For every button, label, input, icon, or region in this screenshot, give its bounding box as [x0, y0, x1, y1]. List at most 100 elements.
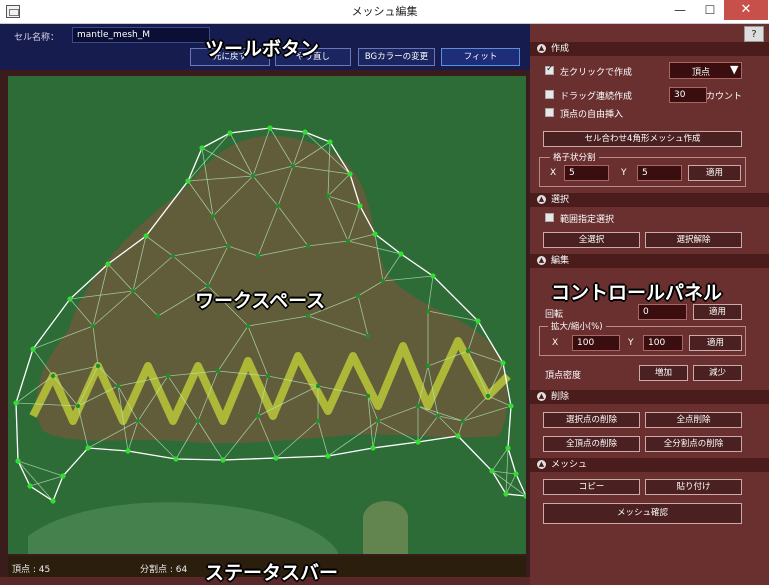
mesh-division-point[interactable]	[50, 373, 56, 379]
mesh-canvas[interactable]	[8, 76, 526, 554]
mesh-division-point[interactable]	[315, 418, 321, 424]
mesh-division-point[interactable]	[255, 253, 261, 259]
fit-button[interactable]: フィット	[441, 48, 520, 66]
mesh-division-point[interactable]	[95, 363, 101, 369]
mesh-vertex[interactable]	[370, 445, 376, 451]
left-click-create-checkbox[interactable]	[545, 64, 554, 75]
mesh-vertex[interactable]	[503, 491, 509, 497]
mesh-vertex[interactable]	[489, 468, 495, 474]
mesh-division-point[interactable]	[155, 313, 161, 319]
mesh-vertex[interactable]	[327, 139, 333, 145]
mesh-division-point[interactable]	[375, 418, 381, 424]
mesh-vertex[interactable]	[67, 296, 73, 302]
count-input[interactable]: 30	[669, 87, 707, 103]
workspace[interactable]	[8, 76, 526, 554]
mesh-division-point[interactable]	[215, 368, 221, 374]
mesh-vertex[interactable]	[60, 473, 66, 479]
mesh-copy-button[interactable]: コピー	[543, 479, 640, 495]
mesh-division-point[interactable]	[115, 383, 121, 389]
mesh-division-point[interactable]	[255, 413, 261, 419]
mesh-vertex[interactable]	[105, 261, 111, 267]
grid-x-input[interactable]: 5	[564, 165, 609, 181]
mesh-division-point[interactable]	[210, 213, 216, 219]
mesh-division-point[interactable]	[325, 193, 331, 199]
range-select-checkbox[interactable]	[545, 213, 554, 222]
grid-apply-button[interactable]: 適用	[688, 165, 741, 181]
mesh-division-point[interactable]	[305, 243, 311, 249]
mesh-division-point[interactable]	[355, 293, 361, 299]
mesh-vertex[interactable]	[500, 360, 506, 366]
cell-name-input[interactable]: mantle_mesh_M	[72, 27, 210, 43]
drag-continuous-checkbox[interactable]	[545, 90, 554, 99]
mesh-vertex[interactable]	[85, 445, 91, 451]
mesh-vertex[interactable]	[50, 498, 56, 504]
mesh-division-point[interactable]	[380, 278, 386, 284]
mesh-confirm-button[interactable]: メッシュ確認	[543, 503, 742, 524]
mesh-division-point[interactable]	[275, 203, 281, 209]
mesh-vertex[interactable]	[227, 130, 233, 136]
mesh-division-point[interactable]	[435, 413, 441, 419]
section-mesh-header[interactable]: ▲ メッシュ	[530, 458, 769, 472]
help-button[interactable]: ?	[744, 26, 764, 42]
minimize-button[interactable]: —	[666, 0, 694, 20]
mesh-vertex[interactable]	[430, 273, 436, 279]
mesh-division-point[interactable]	[345, 238, 351, 244]
mesh-division-point[interactable]	[130, 288, 136, 294]
close-button[interactable]: ✕	[724, 0, 768, 20]
bg-color-button[interactable]: BGカラーの変更	[358, 48, 435, 66]
rotate-input[interactable]: 0	[638, 304, 687, 320]
mesh-division-point[interactable]	[90, 323, 96, 329]
mesh-vertex[interactable]	[15, 458, 21, 464]
mesh-vertex[interactable]	[302, 129, 308, 135]
mesh-vertex[interactable]	[372, 231, 378, 237]
mesh-vertex[interactable]	[505, 445, 511, 451]
mesh-vertex[interactable]	[398, 251, 404, 257]
quad-mesh-button[interactable]: セル合わせ4角形メッシュ作成	[543, 131, 742, 147]
mesh-division-point[interactable]	[225, 243, 231, 249]
mesh-vertex[interactable]	[475, 318, 481, 324]
mesh-vertex[interactable]	[143, 233, 149, 239]
mesh-division-point[interactable]	[315, 383, 321, 389]
mesh-vertex[interactable]	[220, 457, 226, 463]
mesh-division-point[interactable]	[250, 173, 256, 179]
maximize-button[interactable]: ☐	[696, 0, 724, 20]
mesh-vertex[interactable]	[30, 346, 36, 352]
mesh-vertex[interactable]	[185, 178, 191, 184]
section-create-header[interactable]: ▲ 作成	[530, 42, 769, 56]
mesh-vertex[interactable]	[13, 400, 19, 406]
mesh-vertex[interactable]	[273, 455, 279, 461]
mesh-division-point[interactable]	[170, 253, 176, 259]
mesh-vertex[interactable]	[27, 483, 33, 489]
density-decrease-button[interactable]: 減少	[693, 365, 742, 381]
mesh-vertex[interactable]	[513, 471, 519, 477]
scale-apply-button[interactable]: 適用	[689, 335, 742, 351]
mesh-division-point[interactable]	[415, 403, 421, 409]
grid-y-input[interactable]: 5	[637, 165, 682, 181]
mesh-vertex[interactable]	[508, 403, 514, 409]
mesh-vertex[interactable]	[267, 125, 273, 131]
mesh-division-point[interactable]	[465, 348, 471, 354]
mesh-division-point[interactable]	[460, 418, 466, 424]
scale-x-input[interactable]: 100	[572, 335, 620, 351]
section-edit-header[interactable]: ▲ 編集	[530, 254, 769, 268]
mesh-division-point[interactable]	[75, 403, 81, 409]
section-select-header[interactable]: ▲ 選択	[530, 193, 769, 207]
free-insert-checkbox[interactable]	[545, 108, 554, 117]
mesh-division-point[interactable]	[365, 333, 371, 339]
rotate-apply-button[interactable]: 適用	[693, 304, 742, 320]
mesh-division-point[interactable]	[135, 418, 141, 424]
mesh-division-point[interactable]	[425, 363, 431, 369]
mesh-vertex[interactable]	[455, 433, 461, 439]
mesh-division-point[interactable]	[305, 313, 311, 319]
mesh-vertex[interactable]	[125, 448, 131, 454]
density-increase-button[interactable]: 増加	[639, 365, 688, 381]
mesh-vertex[interactable]	[325, 453, 331, 459]
create-mode-select[interactable]: 頂点 ▼	[669, 62, 742, 79]
scale-y-input[interactable]: 100	[643, 335, 683, 351]
mesh-vertex[interactable]	[357, 203, 363, 209]
mesh-vertex[interactable]	[415, 439, 421, 445]
mesh-division-point[interactable]	[425, 308, 431, 314]
delete-all-vertices-button[interactable]: 全頂点の削除	[543, 436, 640, 452]
mesh-paste-button[interactable]: 貼り付け	[645, 479, 742, 495]
mesh-vertex[interactable]	[173, 456, 179, 462]
